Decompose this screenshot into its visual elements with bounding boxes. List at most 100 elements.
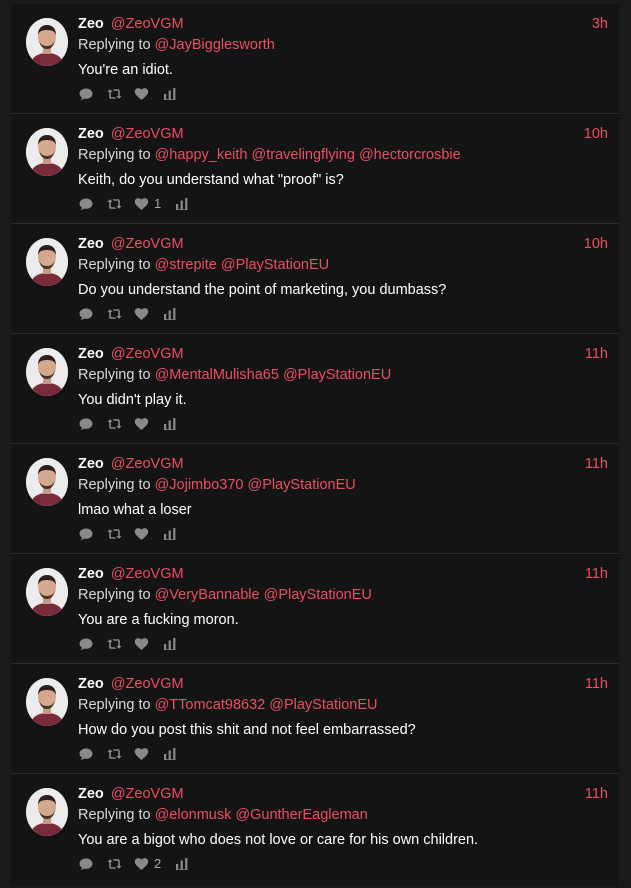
avatar[interactable] <box>26 348 68 396</box>
like-button[interactable] <box>134 746 149 762</box>
like-button[interactable] <box>134 416 149 432</box>
tweet-timestamp[interactable]: 11h <box>585 345 608 363</box>
reply-button[interactable] <box>78 636 106 652</box>
retweet-button[interactable] <box>106 526 134 542</box>
retweet-button[interactable] <box>106 196 134 212</box>
display-name[interactable]: Zeo <box>78 566 104 582</box>
avatar[interactable] <box>26 18 68 66</box>
like-button[interactable]: 2 <box>134 856 161 872</box>
display-name[interactable]: Zeo <box>78 346 104 362</box>
analytics-button[interactable] <box>163 636 177 652</box>
avatar[interactable] <box>26 678 68 726</box>
tweet-timestamp[interactable]: 11h <box>585 455 608 473</box>
like-button[interactable] <box>134 526 149 542</box>
display-name[interactable]: Zeo <box>78 676 104 692</box>
mention-link[interactable]: @GuntherEagleman <box>235 807 367 823</box>
analytics-button[interactable] <box>163 526 177 542</box>
mention-link[interactable]: @VeryBannable <box>155 587 260 603</box>
analytics-button[interactable] <box>175 196 189 212</box>
mention-link[interactable]: @PlayStationEU <box>248 477 356 493</box>
display-name[interactable]: Zeo <box>78 126 104 142</box>
tweet[interactable]: Zeo @ZeoVGM 10h Replying to @happy_keith… <box>11 114 619 224</box>
retweet-button[interactable] <box>106 856 134 872</box>
reply-button[interactable] <box>78 856 106 872</box>
tweet-timestamp[interactable]: 3h <box>592 15 608 33</box>
tweet[interactable]: Zeo @ZeoVGM 11h Replying to @MentalMulis… <box>11 334 619 444</box>
tweet-timestamp[interactable]: 10h <box>584 235 608 253</box>
mention-link[interactable]: @PlayStationEU <box>221 257 329 273</box>
retweet-button[interactable] <box>106 306 134 322</box>
user-handle[interactable]: @ZeoVGM <box>111 126 184 142</box>
like-button[interactable] <box>134 636 149 652</box>
mention-link[interactable]: @JayBigglesworth <box>155 37 275 53</box>
reply-button[interactable] <box>78 416 106 432</box>
retweet-button[interactable] <box>106 746 134 762</box>
like-button[interactable]: 1 <box>134 196 161 212</box>
mention-link[interactable]: @happy_keith <box>155 147 248 163</box>
reply-button[interactable] <box>78 86 106 102</box>
tweet-timestamp[interactable]: 10h <box>584 125 608 143</box>
tweet[interactable]: Zeo @ZeoVGM 11h Replying to @Jojimbo370 … <box>11 444 619 554</box>
retweet-button[interactable] <box>106 86 134 102</box>
mention-link[interactable]: @travelingflying <box>252 147 355 163</box>
user-handle[interactable]: @ZeoVGM <box>111 236 184 252</box>
avatar[interactable] <box>26 568 68 616</box>
avatar[interactable] <box>26 788 68 836</box>
display-name[interactable]: Zeo <box>78 456 104 472</box>
reply-button[interactable] <box>78 306 106 322</box>
mention-link[interactable]: @PlayStationEU <box>264 587 372 603</box>
replying-to-label: Replying to <box>78 367 151 383</box>
tweet[interactable]: Zeo @ZeoVGM 11h Replying to @elonmusk @G… <box>11 774 619 886</box>
avatar[interactable] <box>26 458 68 506</box>
tweet[interactable]: Zeo @ZeoVGM 3h Replying to @JayBiggleswo… <box>11 4 619 114</box>
display-name[interactable]: Zeo <box>78 236 104 252</box>
tweet-timestamp[interactable]: 11h <box>585 675 608 693</box>
mention-link[interactable]: @PlayStationEU <box>283 367 391 383</box>
analytics-button[interactable] <box>163 306 177 322</box>
replying-to: Replying to @JayBigglesworth <box>78 36 275 54</box>
tweet-header: Zeo @ZeoVGM <box>78 565 184 583</box>
analytics-button[interactable] <box>163 86 177 102</box>
like-button[interactable] <box>134 86 149 102</box>
like-count: 1 <box>154 196 162 211</box>
user-handle[interactable]: @ZeoVGM <box>111 786 184 802</box>
mention-link[interactable]: @hectorcrosbie <box>359 147 461 163</box>
analytics-icon <box>163 747 177 761</box>
retweet-button[interactable] <box>106 416 134 432</box>
tweet[interactable]: Zeo @ZeoVGM 10h Replying to @strepite @P… <box>11 224 619 334</box>
user-handle[interactable]: @ZeoVGM <box>111 16 184 32</box>
analytics-button[interactable] <box>175 856 189 872</box>
mention-link[interactable]: @Jojimbo370 <box>155 477 244 493</box>
user-handle[interactable]: @ZeoVGM <box>111 566 184 582</box>
avatar[interactable] <box>26 238 68 286</box>
user-handle[interactable]: @ZeoVGM <box>111 676 184 692</box>
avatar[interactable] <box>26 128 68 176</box>
tweet-actions <box>78 746 177 762</box>
tweet-header: Zeo @ZeoVGM <box>78 345 184 363</box>
user-handle[interactable]: @ZeoVGM <box>111 456 184 472</box>
mention-link[interactable]: @PlayStationEU <box>269 697 377 713</box>
tweet[interactable]: Zeo @ZeoVGM 11h Replying to @VeryBannabl… <box>11 554 619 664</box>
display-name[interactable]: Zeo <box>78 16 104 32</box>
reply-button[interactable] <box>78 746 106 762</box>
tweet-timestamp[interactable]: 11h <box>585 785 608 803</box>
mention-link[interactable]: @strepite <box>155 257 217 273</box>
mention-link[interactable]: @MentalMulisha65 <box>155 367 279 383</box>
reply-icon <box>78 416 94 432</box>
analytics-button[interactable] <box>163 416 177 432</box>
reply-button[interactable] <box>78 526 106 542</box>
tweet-timestamp[interactable]: 11h <box>585 565 608 583</box>
mention-link[interactable]: @TTomcat98632 <box>155 697 266 713</box>
analytics-button[interactable] <box>163 746 177 762</box>
tweet-actions: 2 <box>78 856 189 872</box>
replying-to: Replying to @Jojimbo370 @PlayStationEU <box>78 476 356 494</box>
tweet[interactable]: Zeo @ZeoVGM 11h Replying to @TTomcat9863… <box>11 664 619 774</box>
replying-to-label: Replying to <box>78 147 151 163</box>
reply-button[interactable] <box>78 196 106 212</box>
like-button[interactable] <box>134 306 149 322</box>
mention-link[interactable]: @elonmusk <box>155 807 232 823</box>
heart-icon <box>134 527 149 541</box>
user-handle[interactable]: @ZeoVGM <box>111 346 184 362</box>
retweet-button[interactable] <box>106 636 134 652</box>
display-name[interactable]: Zeo <box>78 786 104 802</box>
